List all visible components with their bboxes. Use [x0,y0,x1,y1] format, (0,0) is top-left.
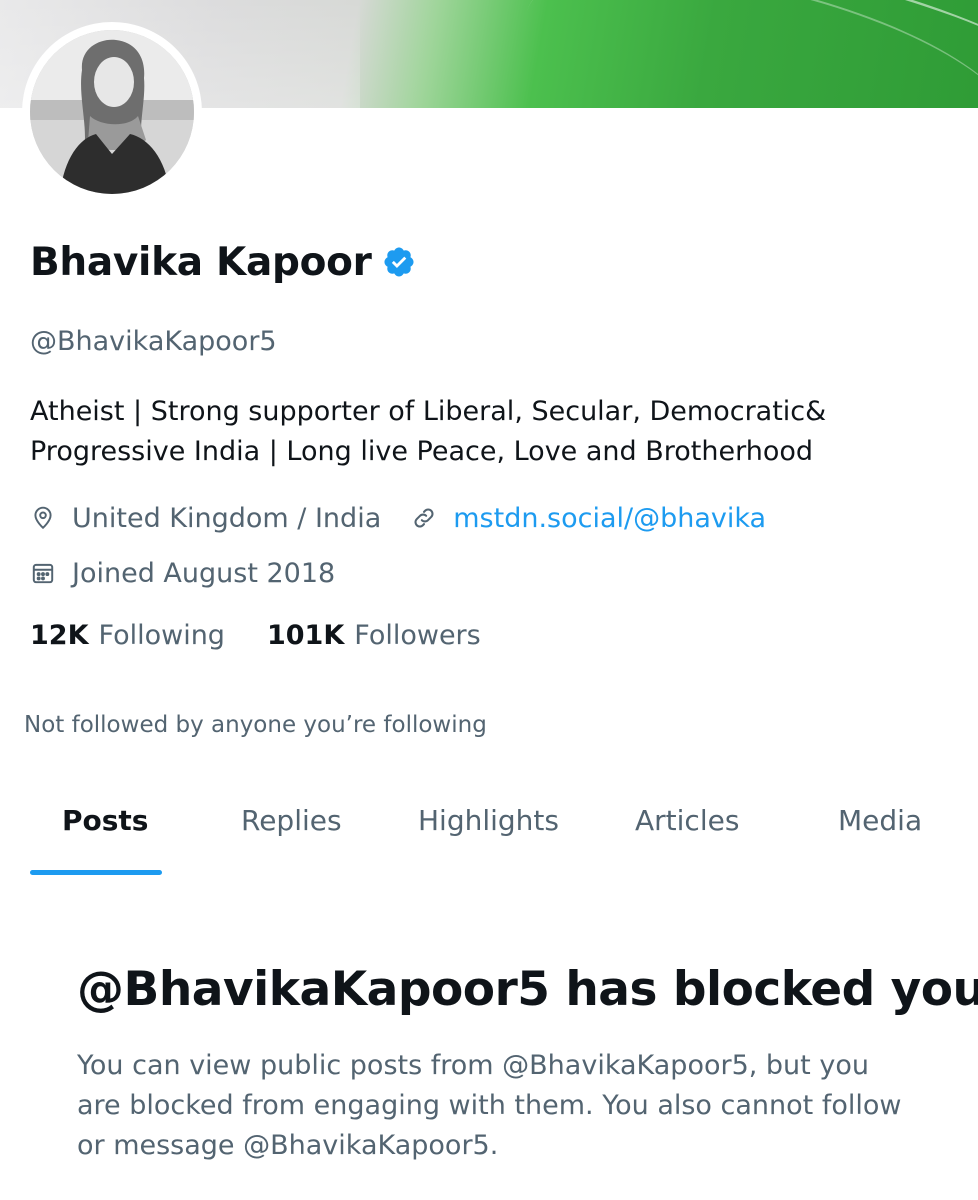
blocked-notice-title: @BhavikaKapoor5 has blocked you [77,962,978,1017]
blocked-notice-line: You can view public posts from @BhavikaK… [77,1050,869,1081]
profile-handle: @BhavikaKapoor5 [30,326,277,357]
profile-joined-date: Joined August 2018 [72,557,336,589]
profile-location: United Kingdom / India [72,502,382,534]
tab-posts[interactable]: Posts [62,790,148,876]
followers-you-know-note: Not followed by anyone you’re following [24,712,487,738]
avatar-photo [30,30,194,194]
following-stat[interactable]: 12K Following [30,620,225,651]
profile-meta-joined: Joined August 2018 [30,553,335,593]
profile-name-row: Bhavika Kapoor [30,236,416,288]
followers-label: Followers [354,620,481,651]
profile-tabs: Posts Replies Highlights Articles Media [0,790,978,876]
verified-badge-icon[interactable] [382,245,416,279]
profile-page: Bhavika Kapoor @BhavikaKapoor5 Atheist |… [0,0,978,1200]
profile-name: Bhavika Kapoor [30,239,372,285]
bio-line: Atheist | Strong supporter of Liberal, S… [30,396,827,427]
tab-articles[interactable]: Articles [635,790,739,876]
blocked-notice-line: are blocked from engaging with them. You… [77,1090,902,1121]
tab-highlights[interactable]: Highlights [418,790,559,876]
location-pin-icon [30,505,56,531]
followers-count: 101K [266,620,345,651]
profile-stats: 12K Following 101K Followers [30,620,481,651]
profile-website-link[interactable]: mstdn.social/@bhavika [453,503,766,534]
profile-meta-location-website: United Kingdom / India mstdn.social/@bha… [30,498,766,538]
link-icon [411,505,437,531]
active-tab-indicator [30,870,162,875]
bio-line: Progressive India | Long live Peace, Lov… [30,436,814,467]
blocked-notice-body: You can view public posts from @BhavikaK… [77,1046,917,1166]
calendar-icon [30,560,56,586]
blocked-notice-line: or message @BhavikaKapoor5. [77,1130,499,1161]
following-label: Following [98,620,225,651]
profile-bio: Atheist | Strong supporter of Liberal, S… [30,392,950,472]
tab-replies[interactable]: Replies [241,790,342,876]
following-count: 12K [30,620,89,651]
tab-media[interactable]: Media [838,790,922,876]
avatar[interactable] [22,22,202,202]
followers-stat[interactable]: 101K Followers [267,620,481,651]
